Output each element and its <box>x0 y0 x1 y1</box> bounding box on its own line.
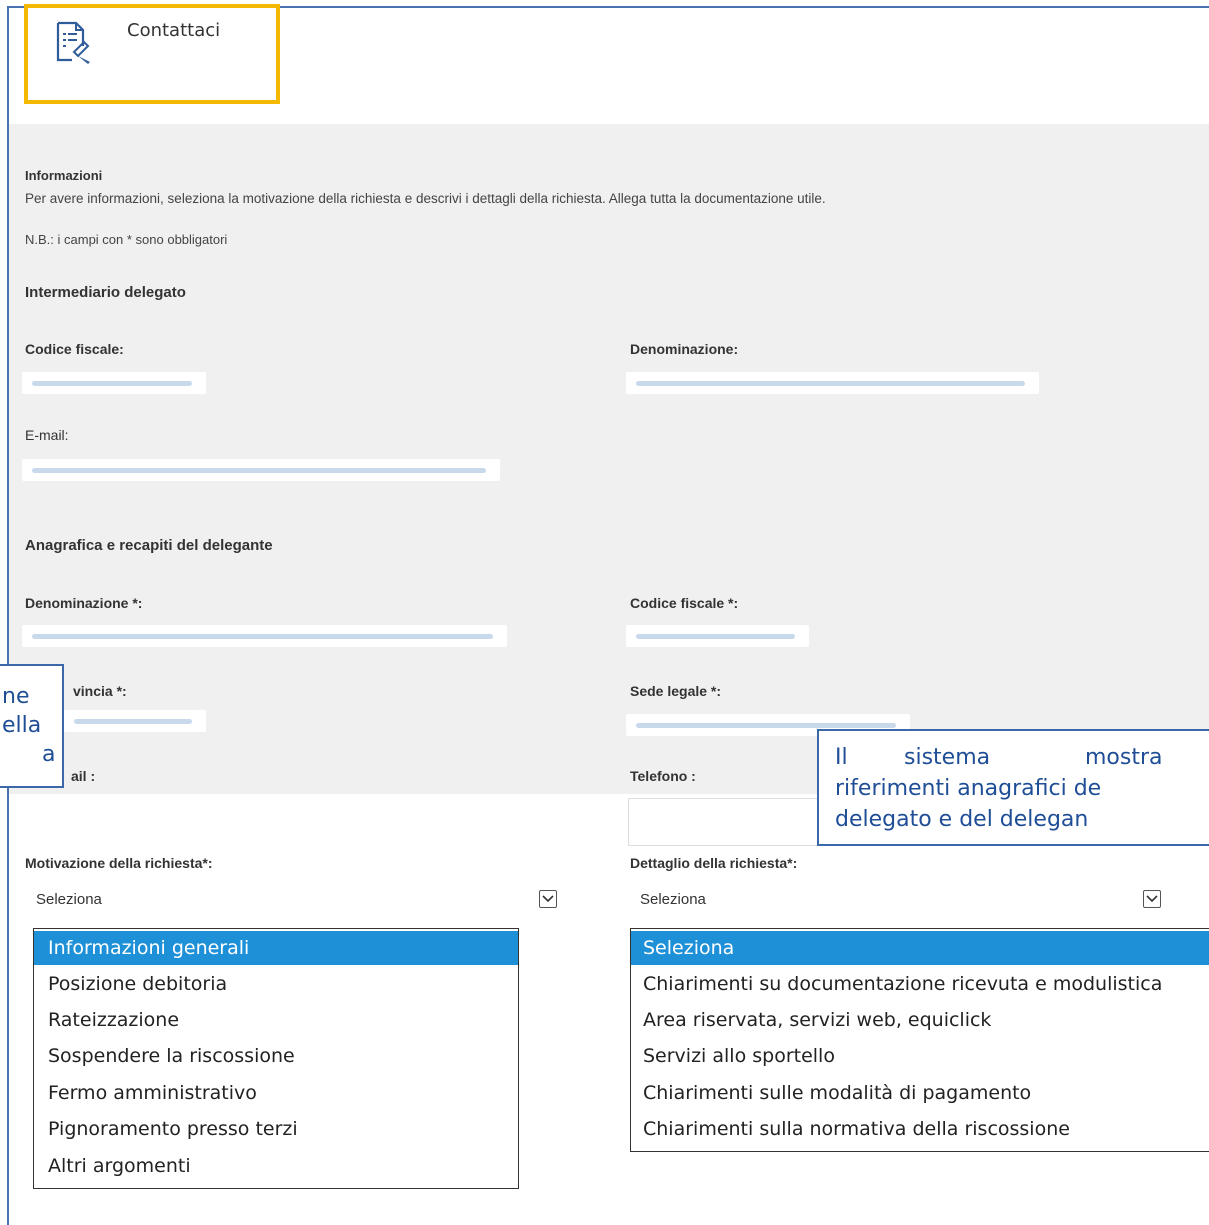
info-title: Informazioni <box>25 168 103 183</box>
motivazione-label: Motivazione della richiesta*: <box>25 855 213 871</box>
denominazione-value <box>626 372 1039 394</box>
delegante-codice-fiscale-value <box>626 625 809 647</box>
delegante-denominazione-label: Denominazione *: <box>25 595 143 611</box>
dropdown-option[interactable]: Fermo amministrativo <box>34 1076 518 1110</box>
motivazione-select[interactable]: Seleziona <box>24 880 569 920</box>
provincia-label: vincia *: <box>73 683 127 699</box>
codice-fiscale-label: Codice fiscale: <box>25 341 124 357</box>
dropdown-option[interactable]: Chiarimenti su documentazione ricevuta e… <box>631 967 1209 1001</box>
callout-left-line: a <box>42 742 56 767</box>
section-intermediario-title: Intermediario delegato <box>25 284 186 301</box>
dropdown-option[interactable]: Posizione debitoria <box>34 967 518 1001</box>
callout-right-line: delegato e del delegan <box>835 807 1089 832</box>
dropdown-option[interactable]: Chiarimenti sulle modalità di pagamento <box>631 1076 1209 1110</box>
dropdown-option[interactable]: Rateizzazione <box>34 1003 518 1037</box>
callout-right-line: mostra <box>1085 745 1163 770</box>
dettaglio-select[interactable]: Seleziona <box>628 880 1173 920</box>
dropdown-option[interactable]: Pignoramento presso terzi <box>34 1112 518 1146</box>
dropdown-option[interactable]: Sospendere la riscossione <box>34 1039 518 1073</box>
sede-legale-label: Sede legale *: <box>630 683 722 699</box>
chevron-down-icon[interactable] <box>1143 890 1161 908</box>
callout-left: ne ella a <box>0 664 64 788</box>
motivazione-selected-value: Seleziona <box>36 891 102 908</box>
dettaglio-dropdown: Seleziona Chiarimenti su documentazione … <box>630 928 1209 1152</box>
required-note: N.B.: i campi con * sono obbligatori <box>25 232 228 247</box>
dropdown-option[interactable]: Altri argomenti <box>34 1149 518 1183</box>
dropdown-option[interactable]: Seleziona <box>631 931 1209 965</box>
dettaglio-label: Dettaglio della richiesta*: <box>630 855 798 871</box>
telefono-label: Telefono : <box>630 768 696 784</box>
email-label: E-mail: <box>25 427 69 443</box>
motivazione-dropdown: Informazioni generali Posizione debitori… <box>33 928 519 1189</box>
chevron-down-icon[interactable] <box>539 890 557 908</box>
info-description: Per avere informazioni, seleziona la mot… <box>25 191 826 206</box>
delegante-email-label: ail : <box>71 768 96 784</box>
edit-document-icon[interactable] <box>52 20 92 66</box>
delegante-codice-fiscale-label: Codice fiscale *: <box>630 595 739 611</box>
form-panel <box>9 124 1209 679</box>
dropdown-option[interactable]: Chiarimenti sulla normativa della riscos… <box>631 1112 1209 1146</box>
dropdown-option[interactable]: Area riservata, servizi web, equiclick <box>631 1003 1209 1037</box>
delegante-denominazione-value <box>22 625 507 647</box>
dropdown-option[interactable]: Informazioni generali <box>34 931 518 965</box>
section-delegante-title: Anagrafica e recapiti del delegante <box>25 537 273 554</box>
email-value <box>22 459 500 481</box>
callout-right-line: sistema <box>904 745 991 770</box>
callout-right-line: riferimenti anagrafici de <box>835 776 1102 801</box>
page-title: Contattaci <box>127 20 221 41</box>
callout-right: Il sistema mostra riferimenti anagrafici… <box>817 729 1209 846</box>
callout-left-line: ella <box>2 713 42 738</box>
provincia-value <box>64 710 206 732</box>
denominazione-label: Denominazione: <box>630 341 739 357</box>
codice-fiscale-value <box>22 372 206 394</box>
callout-left-line: ne <box>2 684 30 709</box>
dettaglio-selected-value: Seleziona <box>640 891 706 908</box>
telefono-input[interactable] <box>628 798 828 846</box>
dropdown-option[interactable]: Servizi allo sportello <box>631 1039 1209 1073</box>
callout-right-line: Il <box>835 745 848 770</box>
